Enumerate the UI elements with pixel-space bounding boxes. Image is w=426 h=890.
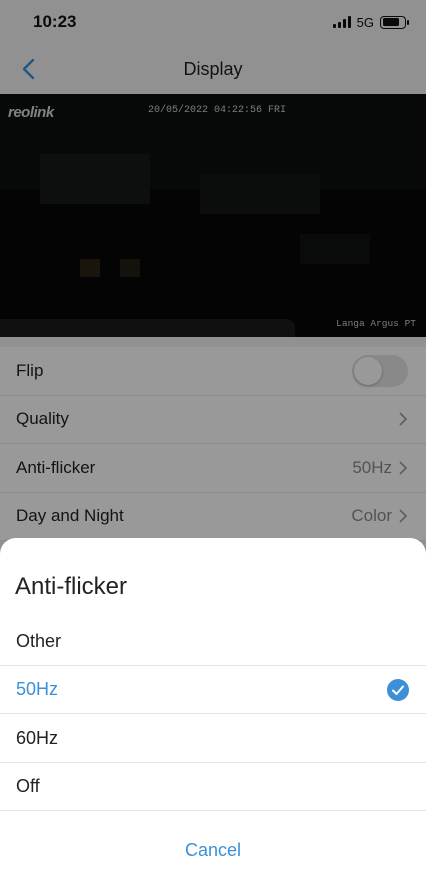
option-other[interactable]: Other <box>0 618 426 666</box>
option-label: 60Hz <box>16 728 59 748</box>
option-label: Off <box>16 776 40 796</box>
option-60hz[interactable]: 60Hz <box>0 715 426 763</box>
cancel-button[interactable]: Cancel <box>0 828 426 872</box>
sheet-title: Anti-flicker <box>15 573 128 600</box>
anti-flicker-sheet: Anti-flicker Other 50Hz 60Hz Off Cancel <box>0 538 426 890</box>
option-label: 50Hz <box>16 679 59 699</box>
option-50hz[interactable]: 50Hz <box>0 666 426 714</box>
option-off[interactable]: Off <box>0 763 426 811</box>
option-label: Other <box>16 631 62 651</box>
check-circle-icon <box>387 678 409 701</box>
